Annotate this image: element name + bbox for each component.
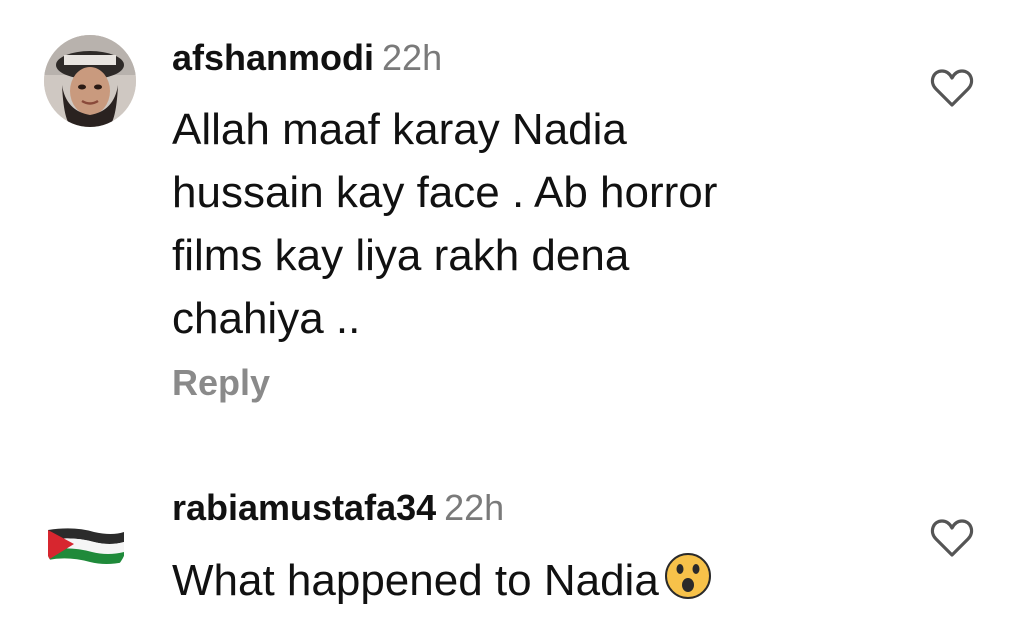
username[interactable]: afshanmodi bbox=[172, 37, 374, 78]
timestamp: 22h bbox=[444, 487, 505, 528]
heart-outline-icon[interactable] bbox=[930, 68, 974, 108]
username[interactable]: rabiamustafa34 bbox=[172, 487, 436, 528]
heart-outline-icon[interactable] bbox=[930, 518, 974, 558]
avatar[interactable] bbox=[44, 35, 136, 127]
reply-button[interactable]: Reply bbox=[172, 362, 270, 404]
astonished-face-emoji-icon bbox=[664, 553, 711, 599]
comment-header: afshanmodi 22h bbox=[172, 38, 442, 78]
comment-header: rabiamustafa34 22h bbox=[172, 488, 504, 528]
comment-item: rabiamustafa34 22h What happened to Nadia bbox=[0, 470, 1024, 627]
profile-photo-icon bbox=[44, 35, 136, 127]
comment-text: Allah maaf karay Nadia hussain kay face … bbox=[172, 105, 718, 343]
avatar[interactable] bbox=[44, 496, 128, 580]
comment-text: What happened to Nadia bbox=[172, 549, 713, 612]
comment-item: afshanmodi 22h Allah maaf karay Nadia hus… bbox=[0, 0, 1024, 440]
timestamp: 22h bbox=[382, 37, 443, 78]
comment-text-content: What happened to Nadia bbox=[172, 556, 659, 605]
palestine-flag-icon bbox=[48, 528, 124, 564]
